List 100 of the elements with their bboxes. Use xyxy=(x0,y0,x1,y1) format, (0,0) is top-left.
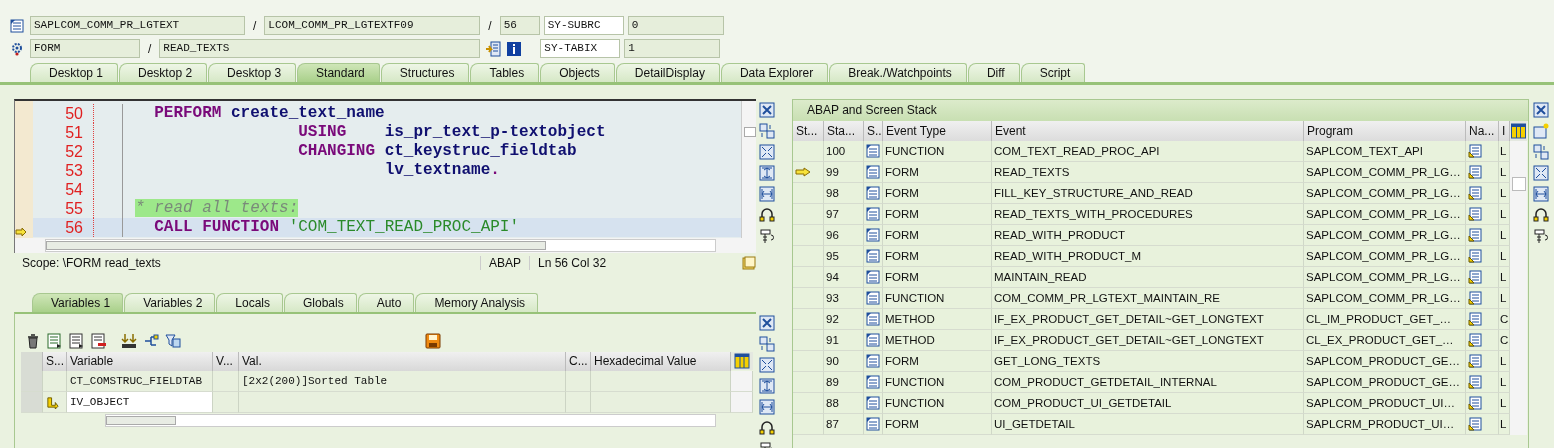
headset-icon[interactable] xyxy=(759,207,775,223)
document-icon[interactable] xyxy=(1468,144,1482,158)
column-layout-icon[interactable] xyxy=(731,352,753,370)
document-icon[interactable] xyxy=(1468,228,1482,242)
document-icon[interactable] xyxy=(1468,165,1482,179)
column-header[interactable]: V... xyxy=(213,352,239,371)
tab[interactable]: Globals xyxy=(284,293,357,312)
list-icon[interactable] xyxy=(69,333,85,349)
horizontal-scrollbar[interactable] xyxy=(105,414,716,427)
tab[interactable]: Desktop 2 xyxy=(119,63,208,82)
document-icon[interactable] xyxy=(866,186,880,200)
tab[interactable]: Break./Watchpoints xyxy=(829,63,967,82)
tab[interactable]: Objects xyxy=(540,63,615,82)
vertical-resize-icon[interactable] xyxy=(759,165,775,181)
document-icon[interactable] xyxy=(866,270,880,284)
document-icon[interactable] xyxy=(866,417,880,431)
tab[interactable]: Desktop 3 xyxy=(208,63,297,82)
document-icon[interactable] xyxy=(866,396,880,410)
swap-icon[interactable] xyxy=(759,123,775,139)
column-header[interactable]: Sta... xyxy=(824,121,864,141)
column-header[interactable]: S.. xyxy=(864,121,883,141)
tab[interactable]: Tables xyxy=(470,63,540,82)
tab[interactable]: Script xyxy=(1020,63,1086,82)
info-icon[interactable] xyxy=(506,40,523,57)
save-icon[interactable] xyxy=(425,333,441,349)
document-icon[interactable] xyxy=(866,249,880,263)
headset-icon[interactable] xyxy=(1533,207,1549,223)
document-icon[interactable] xyxy=(1468,249,1482,263)
headset-icon[interactable] xyxy=(759,420,775,436)
fullscreen-icon[interactable] xyxy=(1533,165,1549,181)
horizontal-scrollbar[interactable] xyxy=(45,239,716,252)
variable-name-cell[interactable]: CT_COMSTRUC_FIELDTAB xyxy=(67,371,213,392)
system-field-name[interactable]: SY-TABIX xyxy=(540,39,621,58)
tab[interactable]: Desktop 1 xyxy=(30,63,119,82)
column-header[interactable]: I xyxy=(1499,121,1510,141)
document-icon[interactable] xyxy=(866,144,880,158)
close-icon[interactable] xyxy=(759,102,775,118)
vertical-scrollbar[interactable] xyxy=(1510,141,1527,435)
document-icon[interactable] xyxy=(1468,333,1482,347)
column-header[interactable]: Variable xyxy=(67,352,213,371)
system-field-name[interactable]: SY-SUBRC xyxy=(543,16,624,35)
tab[interactable]: DetailDisplay xyxy=(615,63,720,82)
expand-all-icon[interactable] xyxy=(121,333,137,349)
tab[interactable]: Variables 1 xyxy=(32,293,124,312)
column-header[interactable]: C... xyxy=(566,352,591,371)
document-icon[interactable] xyxy=(1468,207,1482,221)
column-header[interactable]: Event Type xyxy=(883,121,992,141)
close-icon[interactable] xyxy=(1533,102,1549,118)
document-icon[interactable] xyxy=(1468,186,1482,200)
horizontal-resize-icon[interactable] xyxy=(1533,186,1549,202)
document-icon[interactable] xyxy=(866,375,880,389)
document-icon[interactable] xyxy=(866,333,880,347)
tab[interactable]: Structures xyxy=(380,63,470,82)
vertical-scrollbar[interactable] xyxy=(741,101,756,238)
tab[interactable]: Data Explorer xyxy=(720,63,829,82)
document-icon[interactable] xyxy=(866,312,880,326)
tab[interactable]: Auto xyxy=(357,293,415,312)
vertical-resize-icon[interactable] xyxy=(759,378,775,394)
tab[interactable]: Diff xyxy=(967,63,1020,82)
fullscreen-icon[interactable] xyxy=(759,144,775,160)
tab[interactable]: Standard xyxy=(297,63,380,82)
horizontal-resize-icon[interactable] xyxy=(759,186,775,202)
column-header[interactable]: Val. xyxy=(239,352,566,371)
document-icon[interactable] xyxy=(1468,354,1482,368)
horizontal-resize-icon[interactable] xyxy=(759,399,775,415)
filter-icon[interactable] xyxy=(165,333,181,349)
hammer-icon[interactable] xyxy=(759,228,775,244)
document-icon[interactable] xyxy=(866,207,880,221)
column-header[interactable]: Na... xyxy=(1466,121,1499,141)
column-header[interactable]: Hexadecimal Value xyxy=(591,352,731,371)
list-icon[interactable] xyxy=(47,333,63,349)
list-remove-icon[interactable] xyxy=(91,333,107,349)
document-icon[interactable] xyxy=(866,354,880,368)
document-icon[interactable] xyxy=(866,228,880,242)
tab[interactable]: Variables 2 xyxy=(124,293,216,312)
swap-icon[interactable] xyxy=(759,336,775,352)
hammer-icon[interactable] xyxy=(1533,228,1549,244)
document-icon[interactable] xyxy=(1468,396,1482,410)
fullscreen-icon[interactable] xyxy=(759,357,775,373)
document-icon[interactable] xyxy=(866,165,880,179)
column-header[interactable]: St... xyxy=(793,121,824,141)
tab[interactable]: Memory Analysis xyxy=(415,293,539,312)
variable-name-cell[interactable]: IV_OBJECT xyxy=(67,392,213,413)
swap-icon[interactable] xyxy=(1533,144,1549,160)
close-icon[interactable] xyxy=(759,315,775,331)
column-header[interactable]: Program xyxy=(1304,121,1466,141)
document-icon[interactable] xyxy=(1468,291,1482,305)
trash-icon[interactable] xyxy=(25,333,41,349)
column-header[interactable]: S... xyxy=(43,352,67,371)
document-icon[interactable] xyxy=(866,291,880,305)
column-header[interactable]: Event xyxy=(992,121,1304,141)
scrollbar-segment[interactable] xyxy=(731,371,753,392)
structure-icon[interactable] xyxy=(143,333,159,349)
column-layout-icon[interactable] xyxy=(1510,121,1527,141)
document-icon[interactable] xyxy=(1468,375,1482,389)
document-icon[interactable] xyxy=(1468,312,1482,326)
notes-icon[interactable] xyxy=(742,256,756,270)
tab[interactable]: Locals xyxy=(216,293,283,312)
document-icon[interactable] xyxy=(1468,417,1482,431)
scrollbar-segment[interactable] xyxy=(731,392,753,413)
